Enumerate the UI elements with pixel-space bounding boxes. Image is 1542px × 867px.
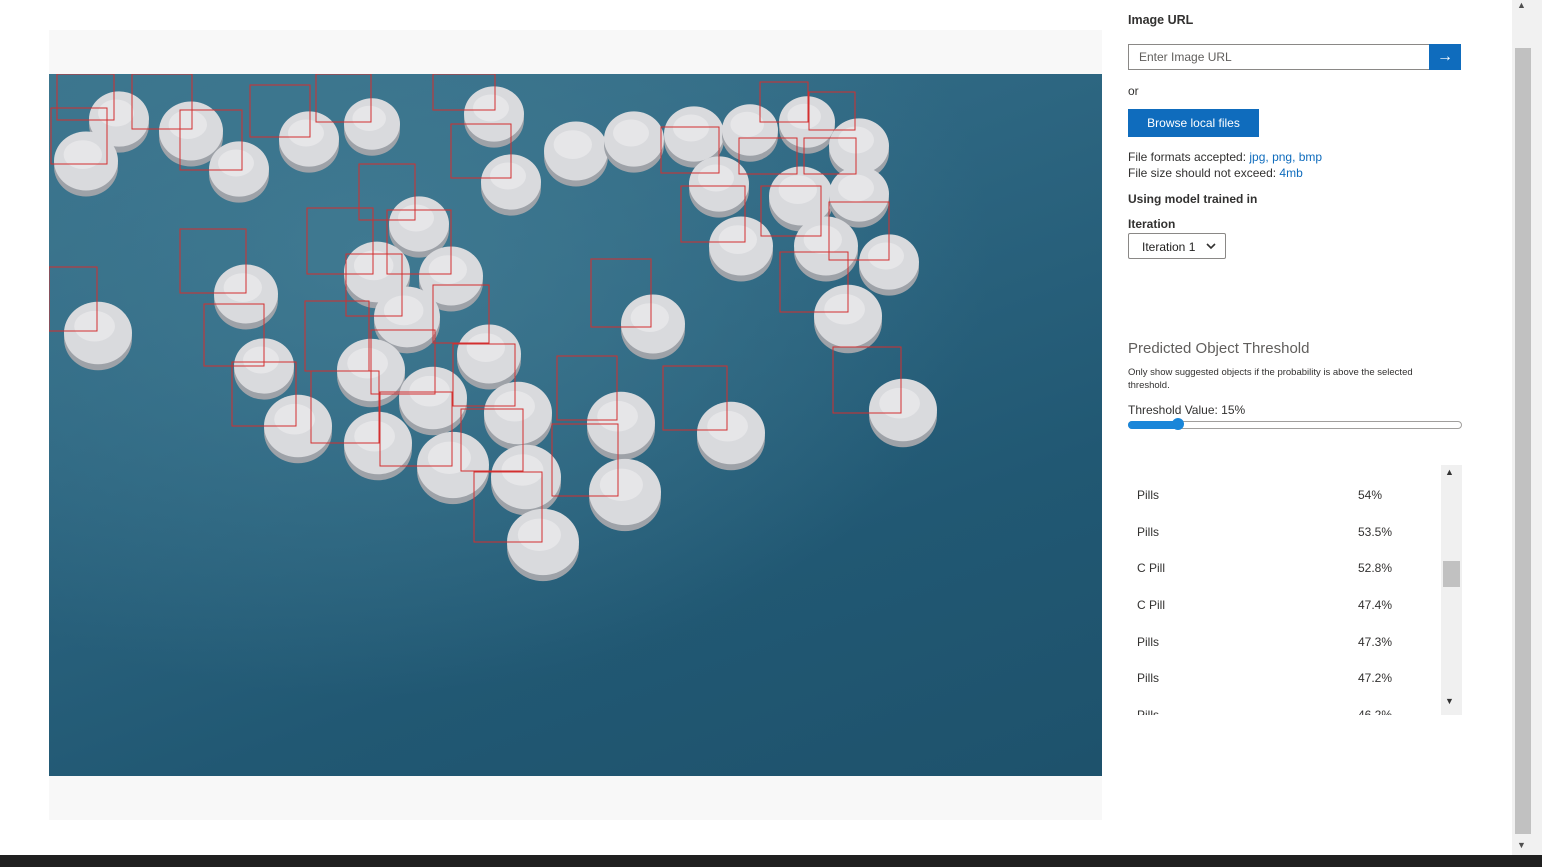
pill-shape bbox=[587, 391, 655, 461]
prediction-row[interactable]: Pills 47.3% bbox=[1128, 619, 1428, 655]
prediction-tag: Pills bbox=[1137, 671, 1160, 685]
file-formats-info: File formats accepted: jpg, png, bmp bbox=[1128, 150, 1322, 164]
pill-shape bbox=[829, 166, 889, 228]
pill-shape bbox=[279, 111, 339, 173]
pill-shape bbox=[264, 394, 332, 464]
url-submit-button[interactable]: → bbox=[1429, 44, 1461, 70]
page-scroll-thumb[interactable] bbox=[1515, 48, 1531, 834]
predictions-scroll-thumb[interactable] bbox=[1443, 561, 1460, 587]
pill-shape bbox=[779, 96, 835, 154]
prediction-row[interactable]: Pills 54% bbox=[1128, 472, 1428, 508]
image-url-input[interactable] bbox=[1128, 44, 1438, 70]
model-trained-label: Using model trained in bbox=[1128, 192, 1258, 206]
prediction-tag: Pills bbox=[1137, 488, 1160, 502]
pill-shape bbox=[344, 98, 400, 156]
pill-shape bbox=[417, 431, 489, 505]
chevron-down-icon bbox=[1205, 236, 1217, 259]
iteration-label: Iteration bbox=[1128, 217, 1176, 231]
prediction-probability: 47.2% bbox=[1358, 671, 1393, 685]
prediction-tag: Pills bbox=[1137, 635, 1160, 649]
pill-shape bbox=[697, 401, 765, 471]
threshold-slider-thumb[interactable] bbox=[1172, 418, 1184, 430]
file-size-info: File size should not exceed: 4mb bbox=[1128, 166, 1303, 180]
image-url-label: Image URL bbox=[1128, 13, 1194, 27]
prediction-row[interactable]: C Pill 47.4% bbox=[1128, 582, 1428, 618]
arrow-right-icon: → bbox=[1437, 48, 1453, 65]
or-separator: or bbox=[1128, 84, 1139, 98]
pill-shape bbox=[209, 141, 269, 203]
pill-shape bbox=[344, 411, 412, 481]
prediction-probability: 53.5% bbox=[1358, 525, 1393, 539]
threshold-title: Predicted Object Threshold bbox=[1128, 340, 1310, 357]
prediction-row[interactable]: Pills 47.2% bbox=[1128, 655, 1428, 691]
prediction-tag: Pills bbox=[1137, 708, 1160, 715]
threshold-description: Only show suggested objects if the proba… bbox=[1128, 367, 1413, 391]
pill-shape bbox=[709, 216, 773, 282]
predictions-list: Pills 54% Pills 53.5% C Pill 52.8% C Pill 47.4%… bbox=[1128, 465, 1462, 715]
iteration-selected-value: Iteration 1 bbox=[1142, 240, 1196, 254]
pills-photo bbox=[49, 74, 937, 582]
prediction-probability: 47.4% bbox=[1358, 598, 1393, 612]
pill-shape bbox=[507, 508, 579, 582]
prediction-row[interactable]: C Pill 52.8% bbox=[1128, 545, 1428, 581]
pill-shape bbox=[544, 121, 608, 187]
prediction-tag: C Pill bbox=[1137, 598, 1166, 612]
prediction-tag: Pills bbox=[1137, 525, 1160, 539]
file-formats-value: jpg, png, bmp bbox=[1249, 150, 1323, 164]
threshold-value-label: Threshold Value: 15% bbox=[1128, 403, 1246, 417]
pill-shape bbox=[604, 111, 664, 173]
prediction-probability: 54% bbox=[1358, 488, 1383, 502]
pill-shape bbox=[589, 458, 661, 532]
file-size-prefix: File size should not exceed: bbox=[1128, 166, 1280, 180]
prediction-row[interactable]: Pills 53.5% bbox=[1128, 509, 1428, 545]
scroll-up-arrow-icon[interactable]: ▲ bbox=[1445, 467, 1454, 477]
prediction-probability: 46.2% bbox=[1358, 708, 1393, 715]
threshold-slider-fill bbox=[1128, 421, 1178, 429]
pill-shape bbox=[464, 86, 524, 148]
page-scroll-down-icon[interactable]: ▼ bbox=[1517, 840, 1526, 850]
pill-shape bbox=[722, 104, 778, 162]
taskbar bbox=[0, 855, 1542, 867]
browse-local-files-button[interactable]: Browse local files bbox=[1128, 109, 1259, 137]
pill-shape bbox=[491, 444, 561, 516]
pill-shape bbox=[64, 301, 132, 371]
uploaded-image bbox=[49, 74, 1102, 776]
pill-shape bbox=[399, 366, 467, 436]
prediction-row[interactable]: Pills 46.2% bbox=[1128, 692, 1428, 715]
predictions-scrollbar[interactable] bbox=[1441, 465, 1462, 715]
pill-shape bbox=[484, 381, 552, 451]
prediction-probability: 47.3% bbox=[1358, 635, 1393, 649]
scroll-down-arrow-icon[interactable]: ▼ bbox=[1445, 696, 1454, 706]
file-size-value: 4mb bbox=[1279, 166, 1303, 180]
page-scroll-up-icon[interactable]: ▲ bbox=[1517, 0, 1526, 10]
prediction-tag: C Pill bbox=[1137, 561, 1166, 575]
prediction-probability: 52.8% bbox=[1358, 561, 1393, 575]
iteration-dropdown[interactable]: Iteration 1 bbox=[1128, 233, 1226, 259]
file-formats-prefix: File formats accepted: bbox=[1128, 150, 1250, 164]
